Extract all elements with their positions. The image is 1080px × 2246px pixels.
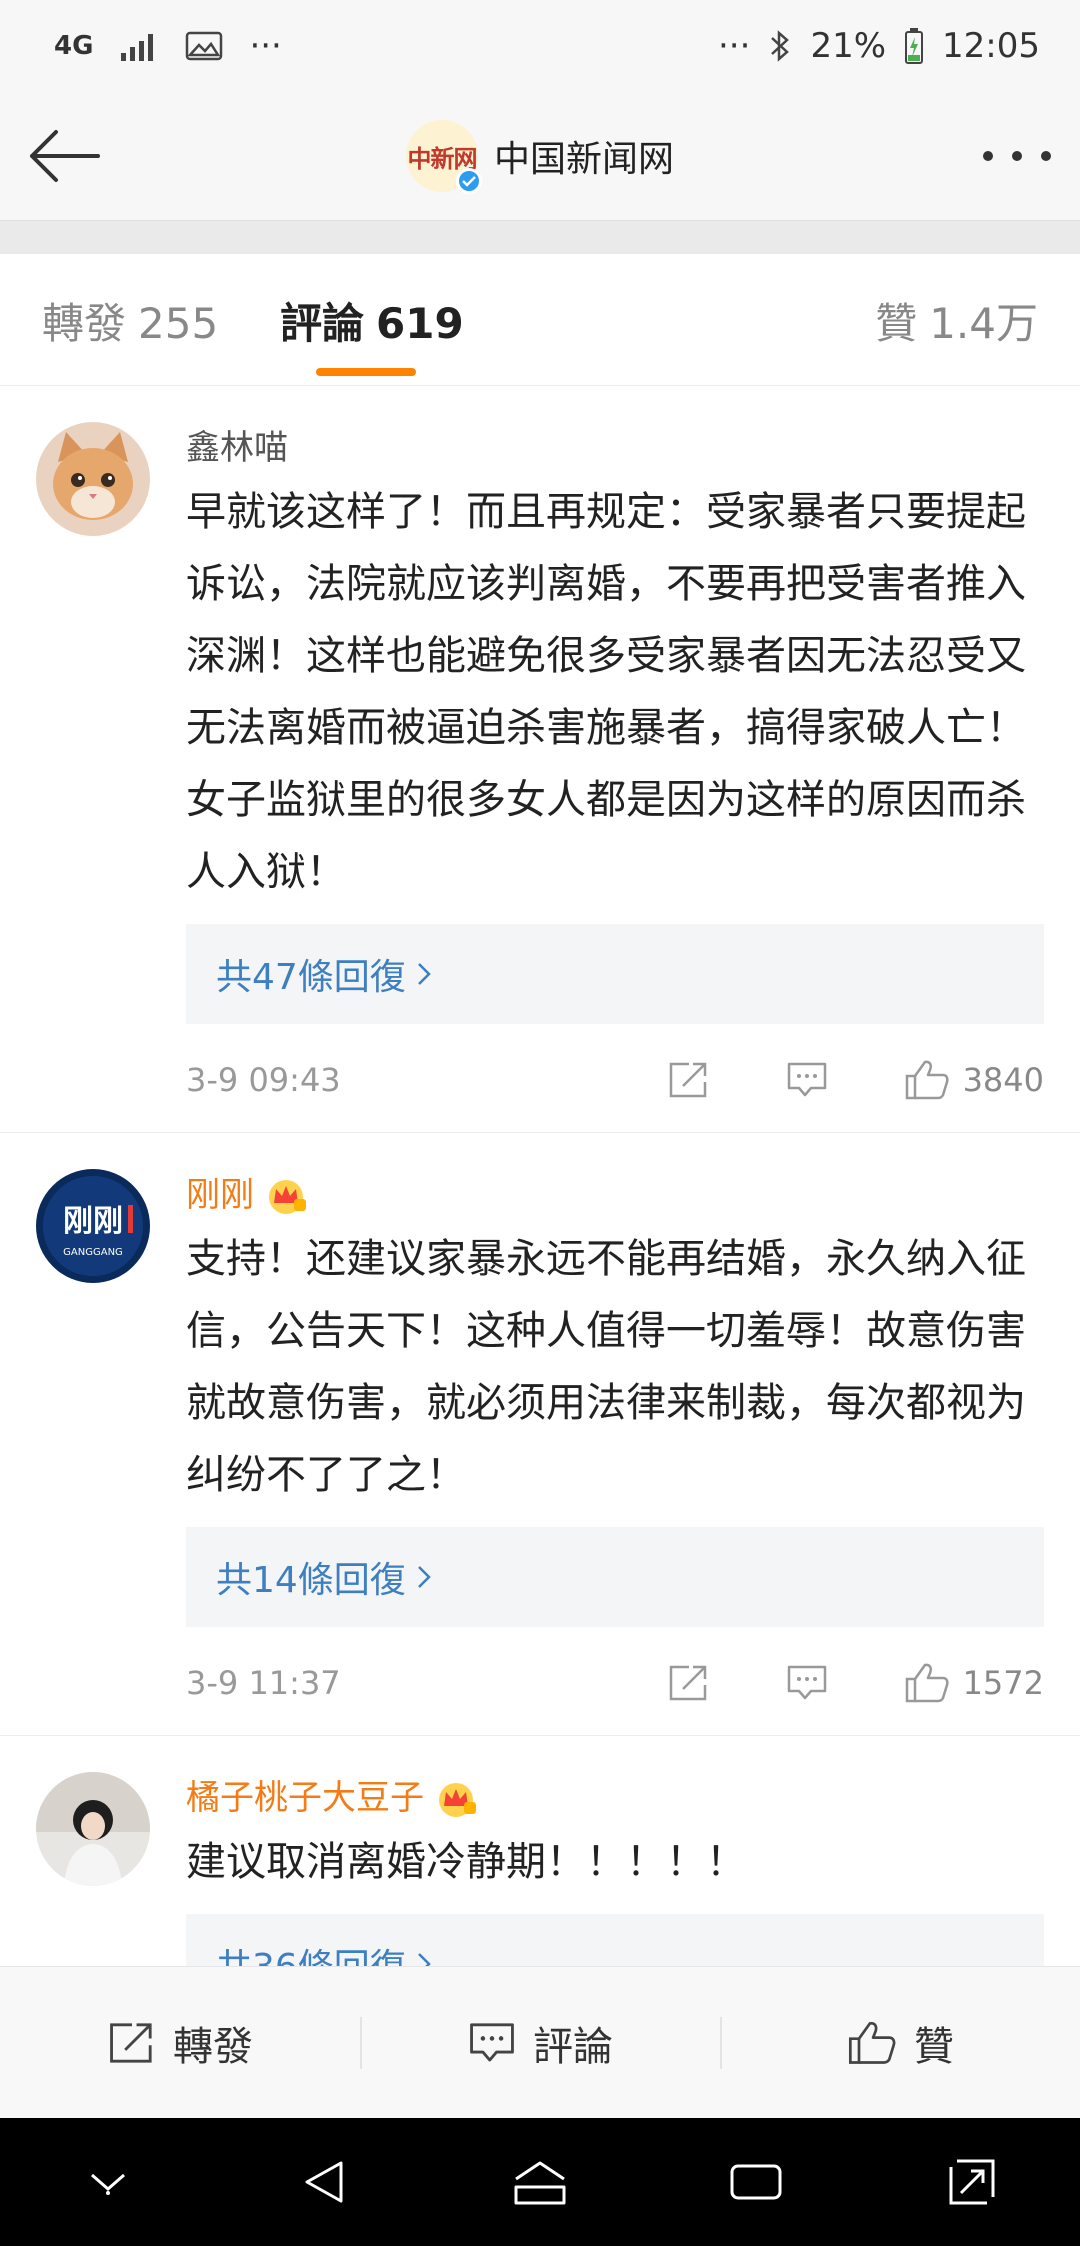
- girl-avatar-icon: [36, 1772, 150, 1886]
- clock: 12:05: [942, 26, 1040, 66]
- tab-forward[interactable]: 轉發 255: [42, 290, 218, 350]
- replies-count: 共36條回復: [216, 1938, 406, 1966]
- share-icon: [110, 2022, 152, 2063]
- cat-avatar-icon: [36, 422, 150, 536]
- share-icon: [669, 1665, 706, 1701]
- nav-expand-button[interactable]: [912, 2132, 1032, 2232]
- recents-icon: [730, 2164, 782, 2200]
- share-button[interactable]: [667, 1060, 711, 1100]
- verified-icon: [455, 168, 482, 194]
- comment-time: 3-9 11:37: [186, 1664, 341, 1702]
- replies-link[interactable]: 共14條回復: [186, 1527, 1044, 1627]
- bottom-toolbar: 轉發 評論 贊: [0, 1966, 1080, 2118]
- thumbs-up-icon: [848, 2021, 896, 2064]
- comment-text: 建议取消离婚冷静期！！！！！: [186, 1839, 746, 1885]
- network-4g-icon: 4G: [54, 31, 94, 61]
- nav-recents-button[interactable]: [696, 2132, 816, 2232]
- tab-like-label: 贊: [875, 299, 918, 348]
- forward-label: 轉發: [173, 2023, 253, 2070]
- comment-label: 評論: [533, 2023, 613, 2070]
- tab-forward-count: 255: [138, 299, 219, 348]
- comment-text: 早就该这样了！而且再规定：受家暴者只要提起诉讼，法院就应该判离婚，不要再把受害者…: [186, 489, 1026, 895]
- share-icon: [669, 1062, 706, 1098]
- signal-icon: [119, 31, 159, 61]
- comment-list: 鑫林喵 早就该这样了！而且再规定：受家暴者只要提起诉讼，法院就应该判离婚，不要再…: [0, 386, 1080, 1966]
- reply-button[interactable]: [785, 1060, 829, 1100]
- tab-comment[interactable]: 評論 619: [280, 290, 464, 350]
- vip-crown-icon: [439, 1783, 476, 1817]
- thumbs-up-icon: [905, 1663, 949, 1703]
- reply-button[interactable]: [785, 1663, 829, 1703]
- account-profile[interactable]: 中新网 中国新闻网: [405, 120, 674, 194]
- replies-link[interactable]: 共47條回復: [186, 924, 1044, 1024]
- comment-item: 刚刚 GANGGANG 刚刚 支持！还建议家暴永远不能再结婚，永久纳入征信，公告…: [0, 1133, 1080, 1736]
- comment-icon: [470, 2022, 514, 2061]
- system-nav-bar: [0, 2118, 1080, 2246]
- like-button[interactable]: 3840: [903, 1058, 1044, 1102]
- account-logo: 中新网: [405, 120, 482, 194]
- username[interactable]: 鑫林喵: [186, 422, 1044, 474]
- active-tab-indicator: [316, 368, 416, 376]
- svg-text:GANGGANG: GANGGANG: [63, 1247, 123, 1258]
- comment-text: 支持！还建议家暴永远不能再结婚，永久纳入征信，公告天下！这种人值得一切羞辱！故意…: [186, 1236, 1026, 1498]
- chevron-right-icon: [417, 1953, 431, 1966]
- comment-item: 鑫林喵 早就该这样了！而且再规定：受家暴者只要提起诉讼，法院就应该判离婚，不要再…: [0, 386, 1080, 1133]
- triangle-back-icon: [305, 2161, 343, 2203]
- nav-back-button[interactable]: [264, 2132, 384, 2232]
- more-dots-icon: [983, 151, 1051, 161]
- like-button[interactable]: 1572: [903, 1661, 1044, 1705]
- avatar[interactable]: 刚刚 GANGGANG: [36, 1169, 150, 1283]
- more-notifications: ···: [249, 26, 282, 66]
- nav-home-button[interactable]: [480, 2132, 600, 2232]
- back-button[interactable]: [24, 118, 104, 194]
- vip-crown-icon: [269, 1180, 306, 1214]
- svg-text:刚刚: 刚刚: [63, 1204, 123, 1239]
- battery-charging-icon: [904, 27, 924, 65]
- tab-like[interactable]: 贊 1.4万: [875, 290, 1038, 350]
- more-status: ···: [718, 26, 751, 66]
- battery-percent: 21%: [810, 26, 887, 66]
- chevron-down-icon: [91, 2173, 125, 2195]
- home-icon: [514, 2161, 566, 2205]
- more-options-button[interactable]: [972, 118, 1062, 194]
- like-label: 贊: [914, 2023, 954, 2070]
- avatar[interactable]: [36, 1772, 150, 1886]
- status-bar: 4G ··· ··· 21% 12:05: [0, 0, 1080, 92]
- tab-forward-label: 轉發: [42, 299, 127, 348]
- tab-like-count: 1.4万: [929, 299, 1038, 348]
- username[interactable]: 刚刚: [186, 1169, 1044, 1221]
- header: 中新网 中国新闻网: [0, 92, 1080, 220]
- comment-button[interactable]: 評論: [360, 1967, 720, 2118]
- comment-icon: [787, 1665, 826, 1700]
- comment-time: 3-9 09:43: [186, 1061, 341, 1099]
- nav-hide-button[interactable]: [48, 2132, 168, 2232]
- like-count: 1572: [962, 1664, 1044, 1702]
- like-count: 3840: [962, 1061, 1044, 1099]
- avatar[interactable]: [36, 422, 150, 536]
- ganggang-avatar-icon: 刚刚 GANGGANG: [36, 1169, 150, 1283]
- replies-count: 共47條回復: [216, 957, 406, 998]
- back-arrow-icon: [30, 130, 100, 182]
- account-name: 中国新闻网: [493, 139, 674, 180]
- replies-count: 共14條回復: [216, 1560, 406, 1601]
- chevron-right-icon: [417, 963, 431, 985]
- image-icon: [185, 31, 223, 61]
- forward-button[interactable]: 轉發: [0, 1967, 360, 2118]
- chevron-right-icon: [417, 1566, 431, 1588]
- expand-icon: [949, 2159, 995, 2205]
- tab-bar: 轉發 255 評論 619 贊 1.4万: [0, 254, 1080, 386]
- like-toolbar-button[interactable]: 贊: [720, 1967, 1080, 2118]
- thumbs-up-icon: [905, 1060, 949, 1100]
- tab-comment-count: 619: [376, 299, 464, 348]
- section-divider: [0, 220, 1080, 254]
- bluetooth-icon: [768, 28, 792, 64]
- replies-link[interactable]: 共36條回復: [186, 1914, 1044, 1966]
- username[interactable]: 橘子桃子大豆子: [186, 1772, 1044, 1824]
- share-button[interactable]: [667, 1663, 711, 1703]
- tab-comment-label: 評論: [280, 299, 365, 348]
- comment-item: 橘子桃子大豆子 建议取消离婚冷静期！！！！！ 共36條回復: [0, 1736, 1080, 1966]
- comment-icon: [787, 1062, 826, 1097]
